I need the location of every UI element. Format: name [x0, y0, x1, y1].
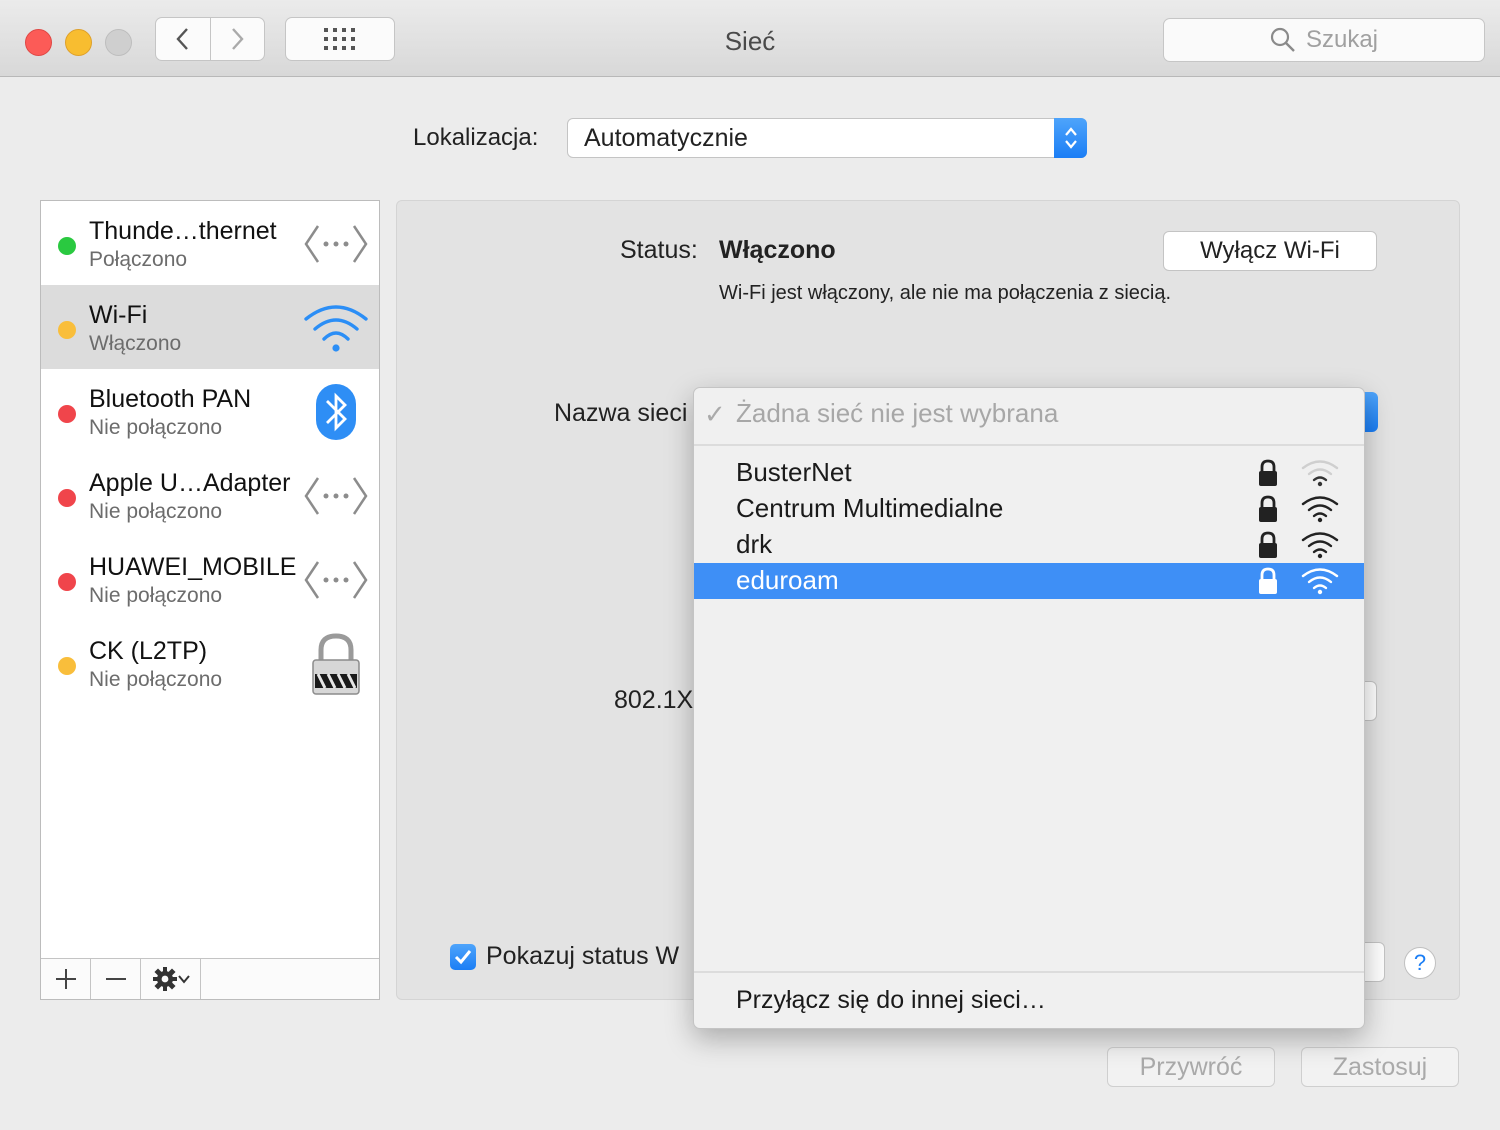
location-select[interactable]: Automatycznie: [567, 118, 1087, 158]
status-description: Wi-Fi jest włączony, ale nie ma połączen…: [719, 282, 1172, 304]
help-button[interactable]: ?: [1404, 947, 1436, 979]
menu-item-network[interactable]: BusterNet: [694, 455, 1364, 491]
service-status: Włączono: [89, 332, 182, 355]
updown-chevron-icon: [1064, 127, 1077, 149]
status-dot: [58, 237, 76, 255]
minus-icon: [105, 978, 126, 980]
status-value: Włączono: [719, 236, 836, 264]
service-list-toolbar: [41, 958, 379, 999]
status-dot: [58, 657, 76, 675]
service-item-bluetooth-pan[interactable]: Bluetooth PAN Nie połączono: [41, 369, 379, 453]
service-status: Nie połączono: [89, 668, 223, 691]
network-name-label: Nazwa sieci: [554, 399, 688, 427]
service-status: Połączono: [89, 248, 188, 271]
checkmark-icon: ✓: [704, 399, 726, 429]
service-name: Apple U…Adapter: [89, 469, 291, 497]
chevron-down-icon: [177, 975, 190, 984]
ethernet-icon: [301, 213, 371, 275]
menu-item-network[interactable]: drk: [694, 527, 1364, 563]
show-wifi-status-checkbox[interactable]: Pokazuj status W: [450, 942, 679, 971]
add-service-button[interactable]: [41, 959, 91, 999]
network-name: eduroam: [736, 565, 839, 595]
status-label: Status:: [620, 236, 698, 264]
menu-item-network[interactable]: Centrum Multimedialne: [694, 491, 1364, 527]
plus-icon: [55, 969, 76, 989]
menu-item-label: Żadna sieć nie jest wybrana: [736, 398, 1059, 428]
service-item-ck-l2tp[interactable]: CK (L2TP) Nie połączono: [41, 621, 379, 705]
wifi-signal-strong-icon: [1301, 496, 1339, 523]
network-dropdown-menu: ✓ Żadna sieć nie jest wybrana BusterNet …: [693, 387, 1365, 1029]
gear-icon: [152, 967, 177, 991]
menu-item-network-highlighted[interactable]: eduroam: [694, 563, 1364, 599]
service-name: Wi-Fi: [89, 301, 148, 329]
service-list: Thunde…thernet Połączono Wi-Fi Włączono …: [40, 200, 380, 1000]
turn-off-wifi-button[interactable]: Wyłącz Wi-Fi: [1163, 231, 1377, 271]
lock-icon: [1259, 567, 1277, 594]
join-other-network-item[interactable]: Przyłącz się do innej sieci…: [736, 986, 1046, 1015]
ethernet-icon: [301, 465, 371, 527]
title-bar: Sieć Szukaj: [0, 0, 1500, 77]
menu-separator: [694, 971, 1364, 973]
service-item-apple-usb-adapter[interactable]: Apple U…Adapter Nie połączono: [41, 453, 379, 537]
service-item-wifi[interactable]: Wi-Fi Włączono: [41, 285, 379, 369]
wifi-signal-strong-icon: [1301, 532, 1339, 559]
service-status: Nie połączono: [89, 584, 223, 607]
vpn-lock-icon: [301, 633, 371, 695]
show-wifi-status-label: Pokazuj status W: [486, 942, 680, 970]
service-name: Bluetooth PAN: [89, 385, 252, 413]
network-name: drk: [736, 529, 773, 559]
wifi-signal-strong-icon: [1301, 568, 1339, 595]
network-name: BusterNet: [736, 457, 852, 487]
menu-item-no-network[interactable]: ✓ Żadna sieć nie jest wybrana: [694, 388, 1364, 446]
location-select-arrows: [1054, 118, 1087, 158]
service-status: Nie połączono: [89, 500, 223, 523]
service-item-huawei-mobile[interactable]: HUAWEI_MOBILE Nie połączono: [41, 537, 379, 621]
wifi-icon: [301, 297, 371, 359]
remove-service-button[interactable]: [91, 959, 141, 999]
wifi-signal-weak-icon: [1301, 460, 1339, 487]
location-label: Lokalizacja:: [413, 124, 539, 151]
network-name: Centrum Multimedialne: [736, 493, 1004, 523]
service-item-thunderbolt-ethernet[interactable]: Thunde…thernet Połączono: [41, 201, 379, 285]
service-name: HUAWEI_MOBILE: [89, 553, 297, 581]
apply-button[interactable]: Zastosuj: [1301, 1047, 1459, 1087]
service-actions-button[interactable]: [141, 959, 201, 999]
auth-label: 802.1X: [614, 686, 694, 714]
status-dot: [58, 405, 76, 423]
ethernet-icon: [301, 549, 371, 611]
checkbox-checked: [450, 943, 476, 970]
search-icon: [1270, 27, 1295, 52]
status-dot: [58, 321, 76, 339]
service-name: Thunde…thernet: [89, 217, 277, 245]
status-dot: [58, 489, 76, 507]
lock-icon: [1259, 459, 1277, 486]
service-status: Nie połączono: [89, 416, 223, 439]
restore-button[interactable]: Przywróć: [1107, 1047, 1275, 1087]
lock-icon: [1259, 495, 1277, 522]
search-field[interactable]: Szukaj: [1163, 18, 1485, 62]
service-name: CK (L2TP): [89, 637, 208, 665]
search-placeholder: Szukaj: [1305, 26, 1379, 53]
lock-icon: [1259, 531, 1277, 558]
status-dot: [58, 573, 76, 591]
checkmark-icon: [454, 949, 472, 964]
bluetooth-icon: [301, 381, 371, 443]
location-value: Automatycznie: [584, 124, 748, 152]
